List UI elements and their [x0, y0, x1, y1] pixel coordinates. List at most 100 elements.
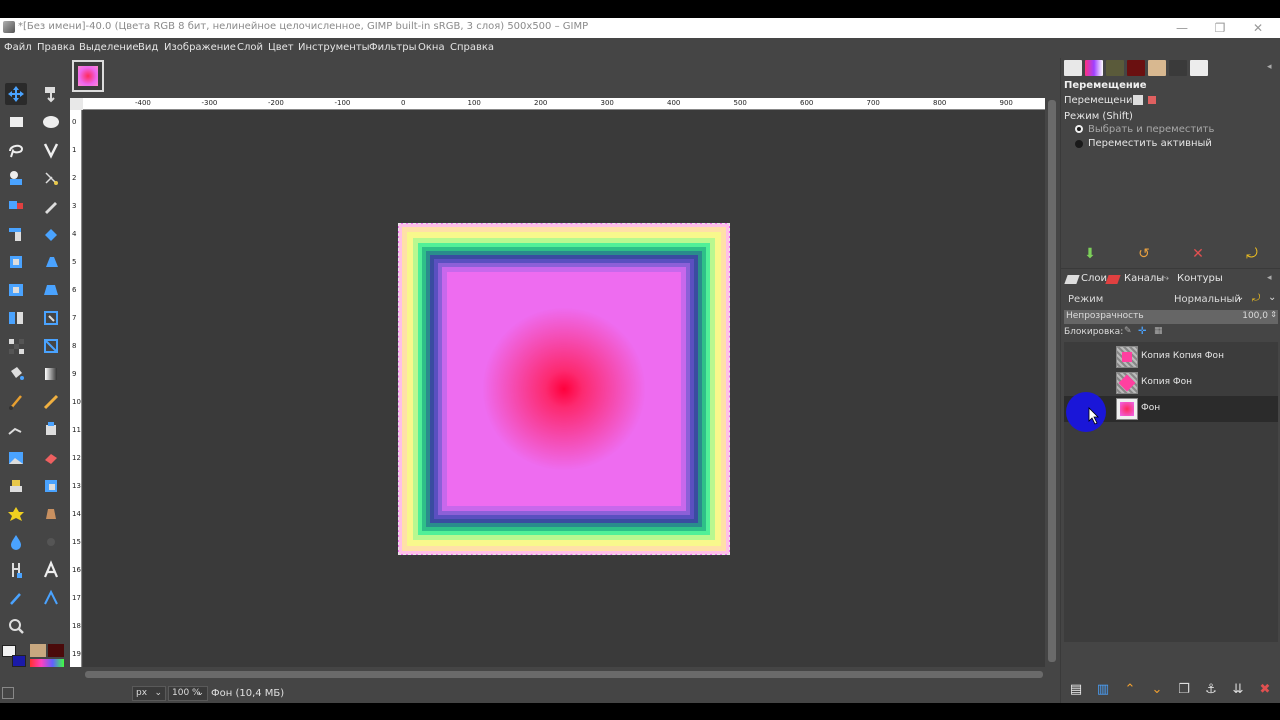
new-layer-group-icon[interactable]: ▥ [1093, 681, 1113, 699]
color-picker-tool-icon[interactable] [5, 587, 27, 609]
restore-options-icon[interactable]: ↺ [1134, 244, 1154, 264]
menu-image[interactable]: Изображение [164, 42, 236, 53]
lock-alpha-icon[interactable]: ▦ [1154, 326, 1163, 336]
align-tool-icon[interactable] [40, 83, 62, 105]
image-tab-thumbnail[interactable] [72, 60, 104, 92]
layer-row[interactable]: Копия Копия Фон [1064, 344, 1278, 370]
opacity-value[interactable]: 100,0 [1242, 311, 1268, 321]
patterns-tab-icon[interactable] [1127, 60, 1145, 76]
radio-move-active[interactable] [1075, 140, 1083, 148]
tool-options-tab-icon[interactable] [1064, 60, 1082, 76]
move-active-label[interactable]: Переместить активный [1088, 138, 1212, 149]
delete-layer-icon[interactable]: ✖ [1255, 681, 1275, 699]
text-tool-icon[interactable] [40, 559, 62, 581]
layer-row[interactable]: Копия Фон [1064, 370, 1278, 396]
free-select-tool-icon[interactable] [5, 139, 27, 161]
tab-layers[interactable]: Слои [1081, 273, 1107, 284]
warp-tool-icon[interactable] [40, 223, 62, 245]
ellipse-select-tool-icon[interactable] [40, 111, 62, 133]
undo-history-tab-icon[interactable] [1106, 60, 1124, 76]
brush-pattern-gradient-preview[interactable] [30, 644, 66, 670]
scissors-tool-icon[interactable] [40, 167, 62, 189]
ink-tool-icon[interactable] [40, 419, 62, 441]
perspective-clone-tool-icon[interactable] [5, 503, 27, 525]
dodge-tool-icon[interactable] [40, 531, 62, 553]
menu-select[interactable]: Выделение [79, 42, 139, 53]
ruler-corner[interactable] [70, 98, 83, 110]
scale-tool-icon[interactable] [5, 279, 27, 301]
heal-tool-icon[interactable] [40, 475, 62, 497]
menu-color[interactable]: Цвет [268, 42, 294, 53]
lower-layer-icon[interactable]: ⌄ [1147, 681, 1167, 699]
fuzzy-select-tool-icon[interactable] [40, 139, 62, 161]
layer-mode-select[interactable]: Нормальный [1174, 294, 1241, 305]
unified-transform-tool-icon[interactable] [5, 223, 27, 245]
minimize-button[interactable]: — [1174, 20, 1190, 36]
layer-name[interactable]: Копия Копия Фон [1141, 351, 1224, 361]
paint-dynamics-tab-icon[interactable] [1169, 60, 1187, 76]
text-tool-aux-icon[interactable] [5, 559, 27, 581]
flip-tool-icon[interactable] [5, 307, 27, 329]
eraser-tool-icon[interactable] [40, 447, 62, 469]
vertical-scrollbar[interactable] [1045, 98, 1060, 667]
dock-menu-icon[interactable]: ◂ [1267, 62, 1272, 72]
zoom-tool-icon[interactable] [5, 615, 27, 637]
menu-layer[interactable]: Слой [237, 42, 263, 53]
clone-tool-icon[interactable] [5, 475, 27, 497]
layers-dock-menu-icon[interactable]: ◂ [1267, 273, 1272, 283]
vertical-ruler[interactable]: 0 1 2 3 4 5 6 7 8 9 10 11 12 13 14 15 16 17 18 19 [70, 110, 82, 667]
bucket-fill-tool-icon[interactable] [5, 363, 27, 385]
raise-layer-icon[interactable]: ⌃ [1120, 681, 1140, 699]
mypaint-brush-tool-icon[interactable] [5, 447, 27, 469]
airbrush-tool-icon[interactable] [5, 419, 27, 441]
layer-name[interactable]: Фон [1141, 403, 1160, 413]
paintbrush-tool-icon[interactable] [5, 391, 27, 413]
spinner-icon[interactable]: ⇕ [1270, 310, 1277, 319]
duplicate-layer-icon[interactable]: ❐ [1174, 681, 1194, 699]
move-selection-icon[interactable] [1148, 96, 1156, 104]
opacity-slider[interactable]: Непрозрачность 100,0 ⇕ [1064, 310, 1278, 324]
image-canvas[interactable] [398, 223, 730, 555]
blur-tool-icon[interactable] [5, 531, 27, 553]
merge-layer-icon[interactable]: ⇊ [1228, 681, 1248, 699]
pencil-tool-icon[interactable] [40, 391, 62, 413]
horizontal-scrollbar[interactable] [83, 667, 1045, 681]
menu-view[interactable]: Вид [138, 42, 158, 53]
anchor-layer-icon[interactable]: ⚓ [1201, 681, 1221, 699]
menu-help[interactable]: Справка [450, 42, 494, 53]
crop-tool-icon[interactable] [5, 195, 27, 217]
paths-tool-icon[interactable] [40, 195, 62, 217]
save-options-icon[interactable]: ⬇ [1080, 244, 1100, 264]
measure-tool-icon[interactable] [40, 587, 62, 609]
menu-edit[interactable]: Правка [37, 42, 75, 53]
tab-paths[interactable]: Контуры [1177, 273, 1223, 284]
cage-tool-icon[interactable] [40, 307, 62, 329]
images-tab-icon[interactable] [1190, 60, 1208, 76]
foreground-select-tool-icon[interactable] [5, 167, 27, 189]
mode-switch-icon[interactable]: ⤾ [1252, 293, 1260, 304]
menu-filters[interactable]: Фильтры [369, 42, 416, 53]
move-tool-icon[interactable] [5, 83, 27, 105]
move-layer-icon[interactable] [1133, 95, 1143, 105]
brushes-tab-icon[interactable] [1148, 60, 1166, 76]
tab-channels[interactable]: Каналы [1124, 273, 1164, 284]
reset-options-icon[interactable]: ⤾ [1242, 244, 1262, 264]
unit-select[interactable]: px ⌄ [132, 686, 166, 701]
zoom-select[interactable]: 100 % ⌄ [168, 686, 208, 701]
maximize-button[interactable]: ❐ [1212, 20, 1228, 36]
vertical-scrollbar-thumb[interactable] [1048, 100, 1056, 662]
navigate-icon[interactable] [2, 687, 14, 699]
horizontal-scrollbar-thumb[interactable] [85, 671, 1043, 678]
perspective-tool-icon[interactable] [40, 279, 62, 301]
layer-name[interactable]: Копия Фон [1141, 377, 1192, 387]
menu-tools[interactable]: Инструменты [298, 42, 370, 53]
shear-tool-icon[interactable] [5, 335, 27, 357]
delete-options-icon[interactable]: ✕ [1188, 244, 1208, 264]
lock-position-icon[interactable]: ✛ [1138, 326, 1146, 337]
smudge-tool-icon[interactable] [40, 503, 62, 525]
pick-move-label[interactable]: Выбрать и переместить [1088, 124, 1214, 135]
menu-file[interactable]: Файл [4, 42, 32, 53]
radio-pick-move[interactable] [1075, 125, 1083, 133]
menu-windows[interactable]: Окна [418, 42, 445, 53]
handle-transform-tool-icon[interactable] [40, 251, 62, 273]
